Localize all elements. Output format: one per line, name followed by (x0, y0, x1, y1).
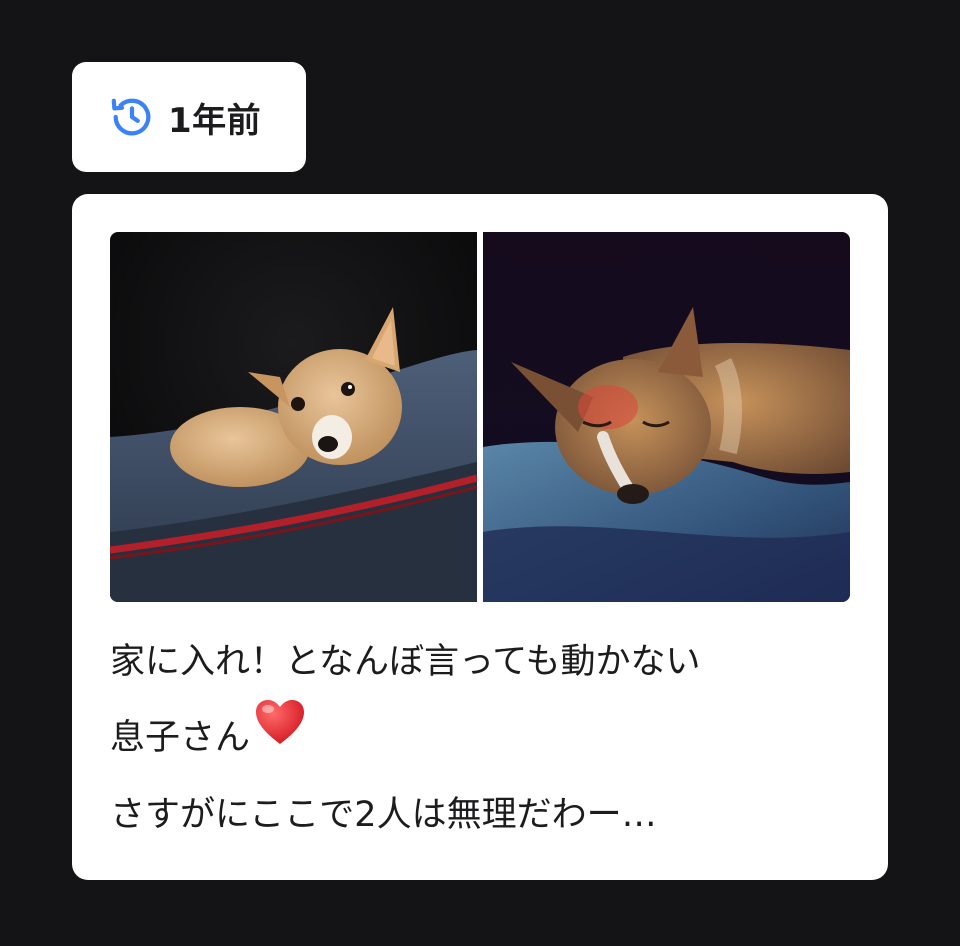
history-clock-icon (108, 93, 156, 141)
corgi-on-sleeping-bag-photo[interactable] (110, 232, 477, 602)
memory-post-card[interactable]: 家に入れ！となんぼ言っても動かない 息子さん さすがにここで2人は無理だわー… (72, 194, 888, 880)
time-ago-label: 1年前 (168, 100, 262, 141)
caption-line-1: 家に入れ！となんぼ言っても動かない (110, 642, 701, 682)
time-ago-badge[interactable]: 1年前 (72, 62, 306, 172)
post-caption: 家に入れ！となんぼ言っても動かない 息子さん さすがにここで2人は無理だわー… (110, 624, 850, 853)
caption-line-2: 息子さん (110, 700, 850, 777)
caption-line-2-text: 息子さん (110, 718, 251, 758)
photo-grid (110, 232, 850, 602)
corgi-sleeping-dark-photo[interactable] (483, 232, 850, 602)
caption-line-3: さすがにここで2人は無理だわー… (110, 795, 657, 835)
heart-icon (254, 697, 306, 773)
